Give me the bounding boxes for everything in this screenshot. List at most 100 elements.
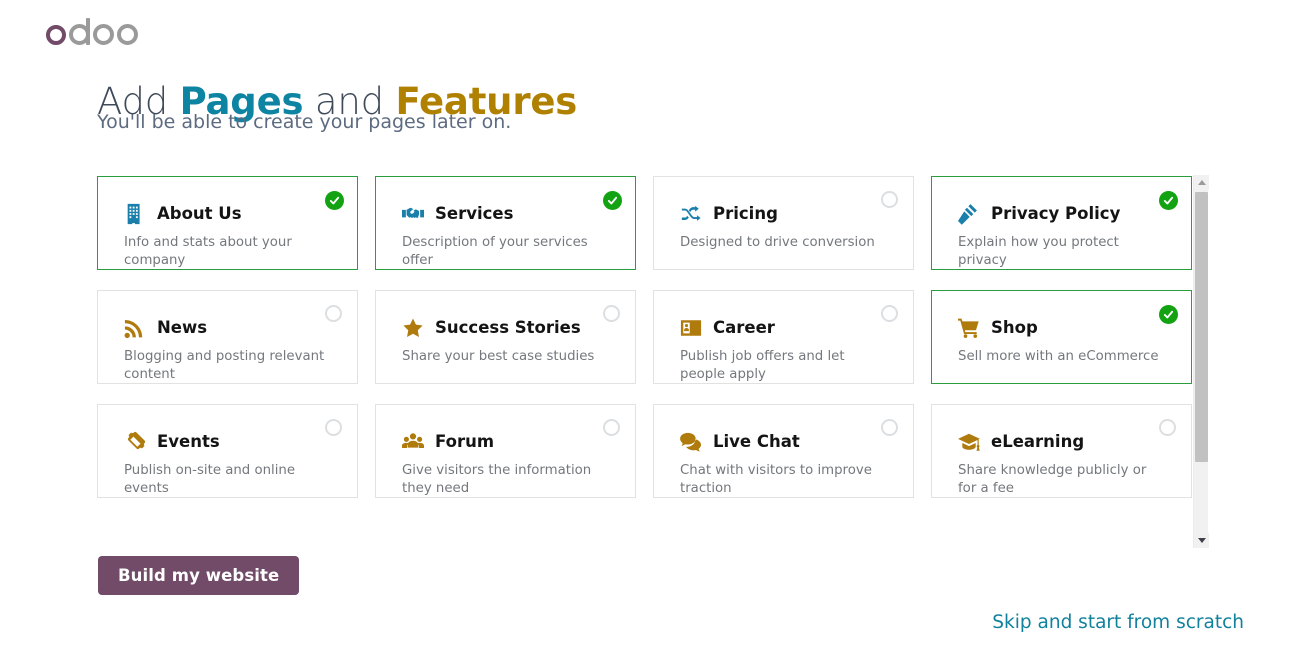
star-icon: [402, 317, 424, 339]
feature-card-news[interactable]: News Blogging and posting relevant conten…: [97, 290, 358, 384]
feature-card-header: eLearning: [958, 431, 1169, 453]
shopping-cart-icon: [958, 317, 980, 339]
page-subtitle: You'll be able to create your pages late…: [97, 111, 512, 133]
selected-check-badge[interactable]: [1159, 191, 1178, 210]
feature-card-header: Privacy Policy: [958, 203, 1169, 225]
feature-card-pricing[interactable]: Pricing Designed to drive conversion: [653, 176, 914, 270]
circle-icon: [603, 305, 620, 322]
feature-card-shop[interactable]: Shop Sell more with an eCommerce: [931, 290, 1192, 384]
feature-card-events[interactable]: Events Publish on-site and online events: [97, 404, 358, 498]
unselected-radio-circle[interactable]: [603, 305, 622, 324]
feature-card-description: Chat with visitors to improve traction: [680, 463, 872, 496]
skip-and-start-from-scratch-link[interactable]: Skip and start from scratch: [992, 612, 1244, 633]
logo-ring-3: [93, 24, 114, 45]
feature-card-title: Privacy Policy: [991, 204, 1121, 223]
feature-card-description: Info and stats about your company: [124, 235, 292, 268]
check-icon: [325, 191, 344, 210]
feature-card-title: Pricing: [713, 204, 778, 223]
circle-icon: [881, 191, 898, 208]
feature-card-title: Events: [157, 432, 220, 451]
check-icon: [1159, 191, 1178, 210]
selected-check-badge[interactable]: [603, 191, 622, 210]
feature-card-forum[interactable]: Forum Give visitors the information they …: [375, 404, 636, 498]
chevron-up-icon: [1197, 180, 1206, 185]
circle-icon: [603, 419, 620, 436]
feature-card-description: Publish job offers and let people apply: [680, 349, 845, 382]
feature-card-title: Forum: [435, 432, 495, 451]
feature-card-description: Sell more with an eCommerce: [958, 349, 1159, 364]
feature-card-description: Explain how you protect privacy: [958, 235, 1119, 268]
circle-icon: [881, 419, 898, 436]
feature-card-header: About Us: [124, 203, 335, 225]
feature-card-elearning[interactable]: eLearning Share knowledge publicly or for…: [931, 404, 1192, 498]
feature-card-title: News: [157, 318, 208, 337]
scrollbar-thumb[interactable]: [1195, 192, 1208, 462]
id-card-icon: [680, 317, 702, 339]
feature-card-description: Blogging and posting relevant content: [124, 349, 325, 382]
feature-card-live-chat[interactable]: Live Chat Chat with visitors to improve t…: [653, 404, 914, 498]
feature-cards-viewport: About Us Info and stats about your compan…: [97, 176, 1197, 548]
unselected-radio-circle[interactable]: [881, 191, 900, 210]
logo-letter-d: [69, 18, 90, 45]
unselected-radio-circle[interactable]: [325, 305, 344, 324]
handshake-icon: [402, 203, 424, 225]
feature-card-description: Share knowledge publicly or for a fee: [958, 463, 1147, 496]
feature-card-header: Services: [402, 203, 613, 225]
build-my-website-button[interactable]: Build my website: [98, 556, 300, 595]
odoo-logo: [46, 18, 138, 45]
feature-card-description: Description of your services offer: [402, 235, 588, 268]
circle-icon: [325, 419, 342, 436]
circle-icon: [325, 305, 342, 322]
feature-card-title: Career: [713, 318, 775, 337]
selected-check-badge[interactable]: [1159, 305, 1178, 324]
feature-card-title: Shop: [991, 318, 1038, 337]
feature-card-career[interactable]: Career Publish job offers and let people …: [653, 290, 914, 384]
unselected-radio-circle[interactable]: [881, 305, 900, 324]
unselected-radio-circle[interactable]: [325, 419, 344, 438]
ticket-icon: [124, 431, 146, 453]
feature-card-about-us[interactable]: About Us Info and stats about your compan…: [97, 176, 358, 270]
feature-card-header: Career: [680, 317, 891, 339]
gavel-icon: [958, 203, 980, 225]
shuffle-icon: [680, 203, 702, 225]
rss-icon: [124, 317, 146, 339]
unselected-radio-circle[interactable]: [881, 419, 900, 438]
circle-icon: [881, 305, 898, 322]
unselected-radio-circle[interactable]: [603, 419, 622, 438]
check-icon: [1159, 305, 1178, 324]
feature-card-header: Events: [124, 431, 335, 453]
feature-card-title: About Us: [157, 204, 242, 223]
feature-card-description: Publish on-site and online events: [124, 463, 296, 496]
feature-card-title: Live Chat: [713, 432, 800, 451]
selected-check-badge[interactable]: [325, 191, 344, 210]
feature-card-description: Share your best case studies: [402, 349, 595, 364]
feature-card-description: Give visitors the information they need: [402, 463, 592, 496]
check-icon: [603, 191, 622, 210]
feature-card-services[interactable]: Services Description of your services off…: [375, 176, 636, 270]
feature-card-header: Live Chat: [680, 431, 891, 453]
feature-cards-grid: About Us Info and stats about your compan…: [97, 176, 1197, 498]
logo-ring-4: [117, 24, 138, 45]
feature-card-title: Success Stories: [435, 318, 581, 337]
feature-card-header: Pricing: [680, 203, 891, 225]
scrollbar-down-button[interactable]: [1194, 533, 1209, 548]
feature-card-success-stories[interactable]: Success Stories Share your best case stud…: [375, 290, 636, 384]
logo-ring-1: [46, 24, 66, 45]
feature-card-title: Services: [435, 204, 514, 223]
scrollbar-up-button[interactable]: [1194, 175, 1209, 190]
feature-list-scrollbar[interactable]: [1193, 175, 1209, 548]
feature-card-privacy-policy[interactable]: Privacy Policy Explain how you protect pr…: [931, 176, 1192, 270]
comments-icon: [680, 431, 702, 453]
building-icon: [124, 203, 146, 225]
users-group-icon: [402, 431, 424, 453]
feature-card-header: Shop: [958, 317, 1169, 339]
feature-card-header: Forum: [402, 431, 613, 453]
graduation-cap-icon: [958, 431, 980, 453]
feature-card-description: Designed to drive conversion: [680, 235, 875, 250]
chevron-down-icon: [1197, 538, 1206, 543]
feature-card-header: Success Stories: [402, 317, 613, 339]
feature-card-header: News: [124, 317, 335, 339]
feature-card-title: eLearning: [991, 432, 1085, 451]
unselected-radio-circle[interactable]: [1159, 419, 1178, 438]
circle-icon: [1159, 419, 1176, 436]
